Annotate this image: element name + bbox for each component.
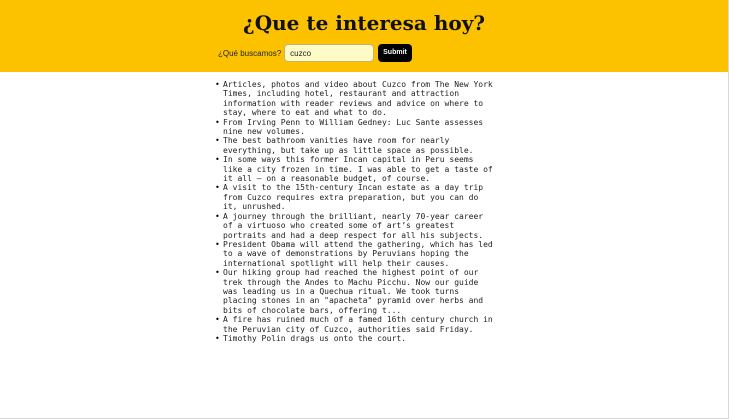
bullet-icon: • <box>215 211 220 221</box>
bullet-icon: • <box>215 155 220 165</box>
result-item: • Our hiking group had reached the highes… <box>215 268 493 315</box>
results-list: • Articles, photos and video about Cuzco … <box>215 80 493 343</box>
result-text: A journey through the brilliant, nearly … <box>223 211 484 240</box>
bullet-icon: • <box>215 239 220 249</box>
result-item: • In some ways this former Incan capital … <box>215 155 493 184</box>
result-item: • The best bathroom vanities have room fo… <box>215 136 493 155</box>
bullet-icon: • <box>215 315 220 325</box>
bullet-icon: • <box>215 268 220 278</box>
header-bar: ¿Que te interesa hoy? ¿Qué buscamos? Sub… <box>0 0 728 72</box>
result-text: From Irving Penn to William Gedney: Luc … <box>223 117 484 137</box>
bullet-icon: • <box>215 117 220 127</box>
result-text: The best bathroom vanities have room for… <box>223 136 474 155</box>
result-item: • From Irving Penn to William Gedney: Luc… <box>215 117 493 137</box>
search-label: ¿Qué buscamos? <box>218 48 282 58</box>
result-item: • A journey through the brilliant, nearly… <box>215 211 493 240</box>
bullet-icon: • <box>215 80 220 89</box>
result-text: A visit to the 15th-century Incan estate… <box>223 183 484 212</box>
result-item: • President Obama will attend the gatheri… <box>215 239 493 268</box>
submit-button[interactable]: Submit <box>378 44 412 62</box>
result-text: President Obama will attend the gatherin… <box>223 239 493 268</box>
result-text: Timothy Polin drags us onto the court. <box>223 333 407 343</box>
result-text: In some ways this former Incan capital i… <box>223 155 493 184</box>
search-input[interactable] <box>284 44 375 62</box>
bullet-icon: • <box>215 333 220 343</box>
result-text: A fire has ruined much of a famed 16th c… <box>223 315 493 334</box>
result-item: • Articles, photos and video about Cuzco … <box>215 80 493 118</box>
result-item: • A visit to the 15th-century Incan estat… <box>215 183 493 212</box>
search-form: ¿Qué buscamos? Submit <box>218 43 412 63</box>
result-item: • Timothy Polin drags us onto the court. <box>215 333 493 343</box>
result-item: • A fire has ruined much of a famed 16th … <box>215 315 493 334</box>
bullet-icon: • <box>215 183 220 193</box>
result-text: Articles, photos and video about Cuzco f… <box>223 80 493 118</box>
bullet-icon: • <box>215 136 220 146</box>
result-text: Our hiking group had reached the highest… <box>223 268 484 315</box>
page-title: ¿Que te interesa hoy? <box>243 11 486 35</box>
